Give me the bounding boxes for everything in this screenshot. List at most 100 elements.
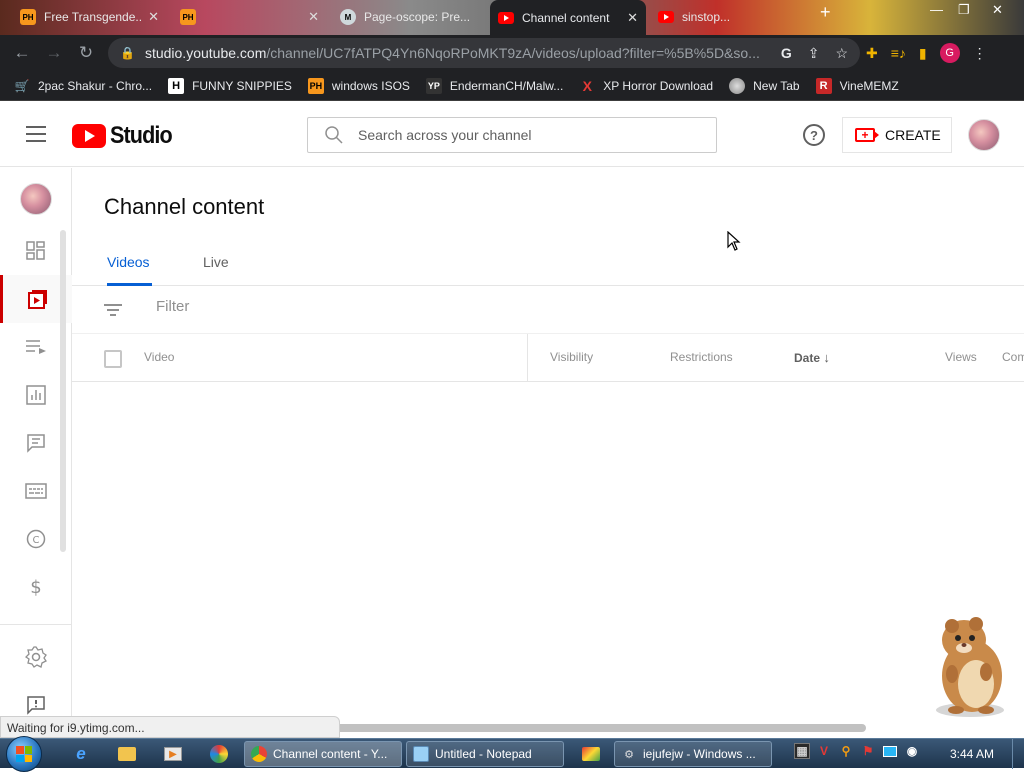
column-divider [527,334,528,382]
tab-title: sinstop... [682,10,731,24]
reload-icon[interactable]: ↻ [70,37,102,69]
bookmark-item[interactable]: X XP Horror Download [579,78,714,94]
share-icon[interactable]: ⇪ [808,45,820,62]
help-icon[interactable]: ? [803,124,825,146]
svg-text:$: $ [30,577,41,598]
sidebar-scrollbar[interactable] [60,230,66,552]
start-button[interactable] [6,736,42,772]
browser-tab-1[interactable]: PH Free Transgende... ✕ [12,2,167,32]
taskbar-task-chrome[interactable]: Channel content - Y... [244,741,402,767]
studio-logo[interactable]: Studio [72,122,179,150]
subtitles-icon [25,483,47,499]
cart-icon: 🛒 [14,78,30,93]
feedback-icon [27,696,45,715]
analytics-icon [26,385,46,405]
v-app-icon[interactable]: V [816,743,832,759]
select-all-checkbox[interactable] [104,350,122,368]
media-player-icon[interactable]: ▶ [162,743,184,765]
photo-viewer-icon[interactable] [580,743,602,765]
url-host: studio.youtube.com [144,45,267,61]
flag-app-icon[interactable]: ⚑ [860,743,876,759]
google-lens-icon[interactable]: G [781,45,792,61]
more-menu-icon[interactable]: ⋮ [973,45,987,62]
browser-tab-5[interactable]: sinstop... [650,2,805,32]
system-tray: ▦ V ⚲ ⚑ ◉ [794,743,920,759]
channel-content-main: Channel content Videos Live Video Visibi… [72,168,1024,718]
search-app-icon[interactable]: ⚲ [838,743,854,759]
browser-tab-3[interactable]: M Page-oscope: Pre... [332,2,487,32]
profile-avatar[interactable]: G [939,43,960,63]
address-bar[interactable]: 🔒 studio.youtube.com/channel/UC7fATPQ4Yn… [108,38,860,68]
side-panel-icon[interactable]: ▮ [919,45,927,62]
bookmark-item[interactable]: PH windows ISOS [307,77,410,94]
globe-icon [729,77,746,94]
close-icon[interactable]: ✕ [148,9,159,25]
chrome-icon [251,746,267,762]
search-input[interactable] [358,127,688,143]
column-header-visibility: Visibility [550,350,594,364]
copyright-icon: C [26,529,46,549]
video-camera-plus-icon: + [855,128,879,142]
show-desktop-button[interactable] [1012,739,1024,769]
monitor-app-icon[interactable] [882,743,898,759]
channel-avatar[interactable] [20,183,52,215]
dashboard-icon [26,241,45,260]
bookmark-star-icon[interactable]: ☆ [835,45,848,62]
hamburger-menu-icon[interactable] [26,126,46,142]
studio-header: Studio ? + CREATE [0,102,1024,167]
column-header-views: Views [945,350,977,364]
account-avatar[interactable] [968,119,1000,151]
media-controls-icon[interactable]: ≡♪ [891,45,906,61]
sidebar-item-settings[interactable] [0,633,72,681]
browser-status-bubble: Waiting for i9.ytimg.com... [0,716,340,738]
browser-tab-2[interactable]: PH ✕ [172,2,327,32]
file-explorer-folder-icon[interactable] [116,743,138,765]
taskbar-task-notepad[interactable]: Untitled - Notepad [406,741,564,767]
browser-tab-channel-content[interactable]: Channel content ✕ [490,0,646,35]
taskbar-task-explorer[interactable]: ⚙ iejufejw - Windows ... [614,741,772,767]
column-header-date[interactable]: Date ↓ [794,350,830,365]
desktop-pet-hamster-icon[interactable] [924,614,1016,718]
youtube-favicon-icon [658,11,674,23]
page-title: Channel content [104,194,265,219]
tab-live[interactable]: Live [203,254,229,286]
svg-text:C: C [33,535,40,546]
bookmark-item[interactable]: R VineMEMZ [815,77,899,94]
comments-icon [27,434,45,453]
filter-input[interactable] [156,298,556,315]
create-button[interactable]: + CREATE [842,117,952,153]
channel-search [307,117,717,153]
paint-palette-icon[interactable] [208,743,230,765]
grid-app-icon[interactable]: ▦ [794,743,810,759]
gear-window-icon: ⚙ [624,748,634,761]
back-arrow-icon[interactable]: ← [6,37,38,69]
table-header-row: Video Visibility Restrictions Date ↓ Vie… [72,334,1024,382]
notepad-icon [413,746,429,762]
taskbar-clock[interactable]: 3:44 AM [950,747,994,761]
forward-arrow-icon[interactable]: → [38,37,70,69]
bookmark-item[interactable]: 🛒 2pac Shakur - Chro... [14,78,153,94]
pornhub-favicon-icon: PH [180,9,196,25]
tab-videos[interactable]: Videos [107,254,152,286]
restore-icon[interactable]: ❐ [958,2,970,18]
bookmark-item[interactable]: New Tab [729,77,800,94]
minimize-icon[interactable]: — [930,2,943,17]
extensions-puzzle-icon[interactable]: ✚ [866,45,878,62]
m-favicon-icon: M [340,9,356,25]
close-window-icon[interactable]: ✕ [992,2,1003,18]
content-tabs: Videos Live [72,244,1024,286]
close-icon[interactable]: ✕ [308,9,319,25]
bookmark-item[interactable]: H FUNNY SNIPPIES [168,77,292,94]
new-tab-icon[interactable]: + [820,2,831,23]
internet-explorer-icon[interactable]: e [70,743,92,765]
close-icon[interactable]: ✕ [627,10,638,26]
filter-icon[interactable] [104,304,122,316]
record-app-icon[interactable]: ◉ [904,743,920,759]
lock-icon: 🔒 [120,46,135,60]
sidebar-item-earn[interactable]: $ [0,563,72,611]
bookmark-item[interactable]: YP EndermanCH/Malw... [425,77,563,94]
windows-taskbar: e ▶ Channel content - Y... Untitled - No… [0,736,1024,772]
sort-arrow-down-icon: ↓ [823,350,830,365]
content-video-icon [27,290,47,309]
tab-title: Page-oscope: Pre... [364,10,471,24]
